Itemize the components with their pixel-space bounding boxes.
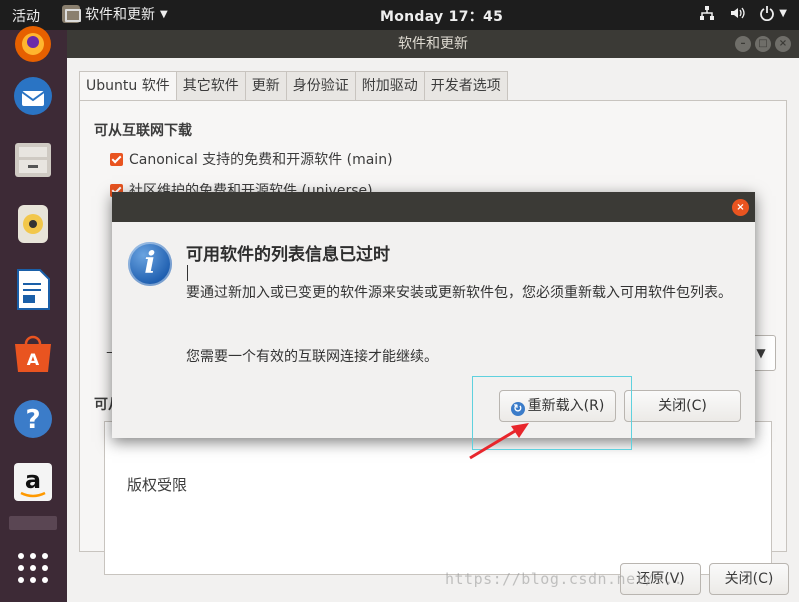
tab-additional-drivers[interactable]: 附加驱动 (355, 71, 425, 101)
window-title: 软件和更新 (398, 36, 468, 52)
volume-icon (731, 7, 745, 19)
dock: A ? a (0, 26, 67, 602)
dialog-titlebar[interactable]: × (112, 192, 755, 222)
chevron-down-icon: ▼ (756, 346, 766, 360)
tab-bar: Ubuntu 软件 其它软件 更新 身份验证 附加驱动 开发者选项 (79, 71, 508, 101)
dialog-body: 要通过新加入或已变更的软件源来安装或更新软件包，您必须重新载入可用软件包列表。 (186, 285, 732, 301)
svg-text:a: a (25, 466, 41, 494)
libreoffice-writer-icon[interactable] (9, 265, 57, 313)
apps-grid-icon[interactable] (9, 544, 57, 592)
app-menu-label: 软件和更新 (85, 7, 155, 23)
svg-text:A: A (27, 350, 40, 369)
help-icon[interactable]: ? (9, 395, 57, 443)
outdated-info-dialog: × i 可用软件的列表信息已过时 要通过新加入或已变更的软件源来安装或更新软件包… (112, 192, 755, 438)
tab-authentication[interactable]: 身份验证 (286, 71, 356, 101)
close-icon[interactable]: × (732, 199, 749, 216)
maximize-icon[interactable]: □ (755, 36, 771, 52)
download-section-title: 可从互联网下载 (94, 123, 192, 139)
checkbox-checked-icon (110, 152, 123, 166)
clock[interactable]: Monday 17：45 (380, 6, 503, 26)
system-tray[interactable]: ▼ (699, 5, 787, 21)
firefox-icon[interactable] (9, 20, 57, 68)
svg-text:?: ? (25, 405, 40, 435)
tab-ubuntu-software[interactable]: Ubuntu 软件 (79, 71, 177, 101)
files-icon[interactable] (9, 135, 57, 183)
source-main-checkbox[interactable]: Canonical 支持的免费和开源软件 (main) (110, 149, 393, 169)
close-icon[interactable]: × (775, 36, 791, 52)
cdrom-list[interactable]: 版权受限 (104, 421, 772, 575)
text-cursor (187, 265, 188, 281)
info-icon: i (128, 242, 172, 286)
power-icon (760, 6, 775, 21)
source-main-label: Canonical 支持的免费和开源软件 (main) (129, 152, 393, 168)
dialog-note: 您需要一个有效的互联网连接才能继续。 (186, 349, 438, 365)
tab-other-software[interactable]: 其它软件 (176, 71, 246, 101)
window-titlebar[interactable]: 软件和更新 – □ × (67, 30, 799, 58)
window-controls: – □ × (735, 36, 791, 52)
tab-updates[interactable]: 更新 (245, 71, 287, 101)
power-menu[interactable]: ▼ (759, 5, 787, 21)
app-menu[interactable]: 软件和更新 ▼ (62, 4, 168, 24)
thunderbird-icon[interactable] (9, 72, 57, 120)
rhythmbox-icon[interactable] (9, 200, 57, 248)
chevron-down-icon: ▼ (160, 8, 168, 20)
software-updates-icon (62, 5, 81, 23)
top-bar: 活动 软件和更新 ▼ Monday 17：45 ▼ (0, 0, 799, 30)
annotation-arrow-icon (469, 423, 529, 460)
tab-developer-options[interactable]: 开发者选项 (424, 71, 508, 101)
copyright-label: 版权受限 (127, 476, 188, 494)
dock-separator (9, 514, 57, 532)
watermark: https://blog.csdn.net/... (445, 570, 684, 588)
software-center-icon[interactable]: A (9, 330, 57, 378)
close-button[interactable]: 关闭(C) (709, 563, 789, 595)
dialog-heading: 可用软件的列表信息已过时 (186, 245, 390, 265)
chevron-down-icon: ▼ (779, 7, 787, 19)
network-icon (700, 6, 715, 20)
dialog-close-button[interactable]: 关闭(C) (624, 390, 741, 422)
minimize-icon[interactable]: – (735, 36, 751, 52)
amazon-icon[interactable]: a (9, 458, 57, 506)
